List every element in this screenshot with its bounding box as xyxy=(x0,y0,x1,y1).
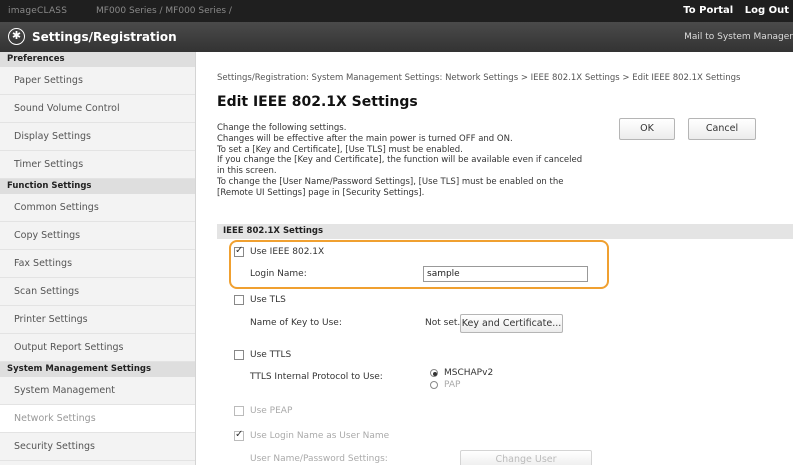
sidebar-item-common-settings[interactable]: Common Settings xyxy=(0,194,195,222)
use-ttls-checkbox[interactable] xyxy=(234,350,244,360)
sidebar-item-timer-settings[interactable]: Timer Settings xyxy=(0,151,195,179)
description-line: in this screen. xyxy=(217,166,277,177)
sidebar-item-printer-settings[interactable]: Printer Settings xyxy=(0,306,195,334)
protocol-option-pap: PAP xyxy=(430,380,460,391)
sidebar-item-fax-settings[interactable]: Fax Settings xyxy=(0,250,195,278)
cancel-button[interactable]: Cancel xyxy=(688,118,756,140)
use-ttls-row: Use TTLS xyxy=(234,350,291,361)
use-ieee8021x-checkbox[interactable] xyxy=(234,245,244,257)
breadcrumb: Settings/Registration: System Management… xyxy=(217,73,741,83)
key-and-certificate-button[interactable]: Key and Certificate... xyxy=(460,314,563,333)
ttls-protocol-label: TTLS Internal Protocol to Use: xyxy=(250,372,383,382)
portal-link[interactable]: To Portal xyxy=(683,5,733,16)
use-ieee8021x-label: Use IEEE 802.1X xyxy=(250,247,325,257)
key-name-label: Name of Key to Use: xyxy=(250,318,342,328)
sidebar-section-system: System Management Settings xyxy=(0,362,195,377)
use-peap-label: Use PEAP xyxy=(250,406,293,416)
change-user-password-button[interactable]: Change User Name/Password... xyxy=(460,450,592,465)
mail-to-manager-link[interactable]: Mail to System Manager xyxy=(684,32,793,42)
top-bar: imageCLASS MF000 Series / MF000 Series /… xyxy=(0,0,793,22)
sidebar-item-sound-volume[interactable]: Sound Volume Control xyxy=(0,95,195,123)
logout-link[interactable]: Log Out xyxy=(745,5,789,16)
description-line: If you change the [Key and Certificate],… xyxy=(217,155,583,166)
ok-button[interactable]: OK xyxy=(619,118,675,140)
page-header: ✱ Settings/Registration Mail to System M… xyxy=(0,22,793,52)
brand-name: imageCLASS xyxy=(8,6,68,16)
pap-label: PAP xyxy=(444,380,461,390)
header-title: Settings/Registration xyxy=(32,30,177,44)
use-peap-row: Use PEAP xyxy=(234,406,292,417)
sidebar-item-system-management[interactable]: System Management xyxy=(0,377,195,405)
page-title: Edit IEEE 802.1X Settings xyxy=(217,94,418,110)
use-tls-row: Use TLS xyxy=(234,295,286,306)
use-login-as-user-row: Use Login Name as User Name xyxy=(234,429,390,442)
use-login-as-user-label: Use Login Name as User Name xyxy=(250,431,390,441)
main-content: Settings/Registration: System Management… xyxy=(210,52,793,465)
sidebar: Preferences Paper Settings Sound Volume … xyxy=(0,52,196,465)
sidebar-section-preferences: Preferences xyxy=(0,52,195,67)
description-line: [Remote UI Settings] page in [Security S… xyxy=(217,187,425,198)
use-login-as-user-checkbox[interactable] xyxy=(234,429,244,441)
login-name-input[interactable]: sample xyxy=(423,266,588,282)
use-ieee8021x-row: Use IEEE 802.1X xyxy=(234,245,325,258)
description: Change the following settings. Changes w… xyxy=(217,123,627,199)
login-name-label: Login Name: xyxy=(250,269,307,279)
description-line: Change the following settings. xyxy=(217,123,347,133)
use-peap-checkbox[interactable] xyxy=(234,406,244,416)
mschapv2-radio[interactable] xyxy=(430,369,438,377)
section-header-ieee8021x: IEEE 802.1X Settings xyxy=(217,224,793,239)
top-links: To Portal Log Out xyxy=(675,5,789,16)
description-line: To change the [User Name/Password Settin… xyxy=(217,176,564,187)
use-tls-label: Use TLS xyxy=(250,295,286,305)
device-path: MF000 Series / MF000 Series / xyxy=(96,6,232,16)
mschapv2-label: MSCHAPv2 xyxy=(444,368,494,378)
sidebar-item-paper-settings[interactable]: Paper Settings xyxy=(0,67,195,95)
sidebar-item-copy-settings[interactable]: Copy Settings xyxy=(0,222,195,250)
sidebar-item-output-report[interactable]: Output Report Settings xyxy=(0,334,195,362)
description-line: To set a [Key and Certificate], [Use TLS… xyxy=(217,144,463,155)
sidebar-item-security-settings[interactable]: Security Settings xyxy=(0,433,195,461)
sidebar-item-scan-settings[interactable]: Scan Settings xyxy=(0,278,195,306)
pap-radio[interactable] xyxy=(430,381,438,389)
protocol-option-mschapv2: MSCHAPv2 xyxy=(430,368,493,379)
description-line: Changes will be effective after the main… xyxy=(217,133,513,144)
use-tls-checkbox[interactable] xyxy=(234,295,244,305)
user-pw-label: User Name/Password Settings: xyxy=(250,454,388,464)
sidebar-item-display-settings[interactable]: Display Settings xyxy=(0,123,195,151)
sidebar-section-function: Function Settings xyxy=(0,179,195,194)
settings-icon: ✱ xyxy=(8,28,25,45)
key-name-value: Not set. xyxy=(425,318,461,328)
use-ttls-label: Use TTLS xyxy=(250,350,292,360)
sidebar-item-network-settings[interactable]: Network Settings xyxy=(0,405,195,433)
